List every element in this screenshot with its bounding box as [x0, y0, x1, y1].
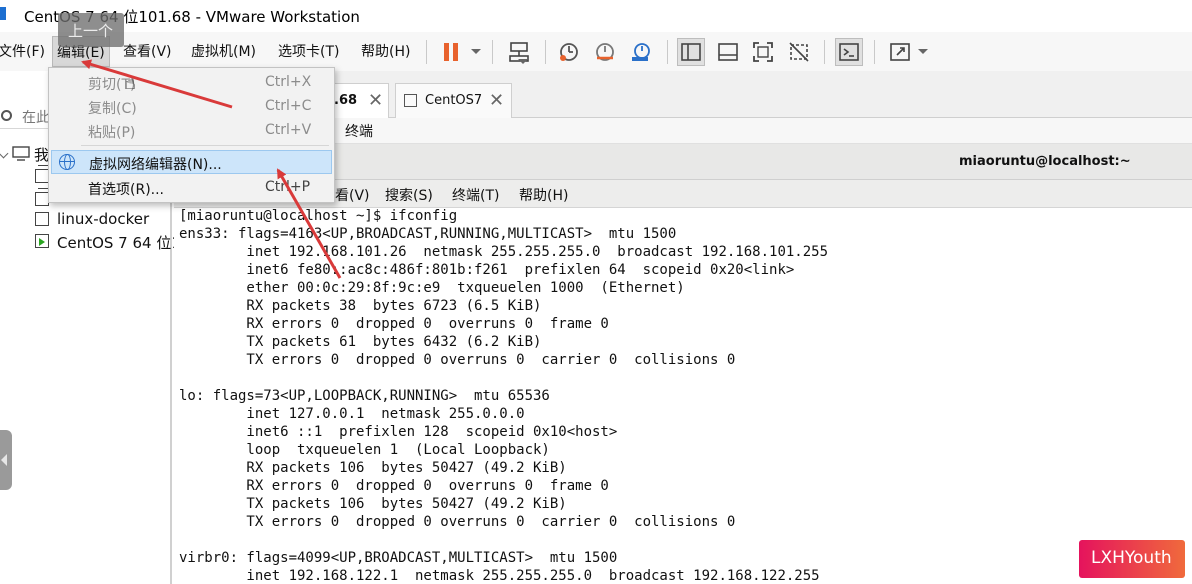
watermark: LXHYouth [1079, 540, 1185, 578]
unity-icon[interactable] [785, 38, 813, 66]
search-icon [1, 110, 12, 121]
menu-item-paste[interactable]: 粘贴(P) Ctrl+V [51, 119, 332, 143]
terminal-menu-search[interactable]: 搜索(S) [385, 185, 433, 205]
terminal-line: virbr0: flags=4099<UP,BROADCAST,MULTICAS… [179, 550, 618, 566]
terminal-line: inet 192.168.101.26 netmask 255.255.255.… [179, 244, 829, 260]
menu-separator [81, 145, 329, 146]
terminal-icon[interactable] [835, 38, 863, 66]
library-view-icon[interactable] [677, 38, 705, 66]
toolbar-separator [824, 40, 825, 64]
tooltip: 上一个 [58, 13, 124, 47]
snapshot-icon[interactable] [555, 38, 583, 66]
vmware-icon [0, 7, 6, 20]
terminal-line: inet6 ::1 prefixlen 128 scopeid 0x10<hos… [179, 424, 618, 440]
terminal-line: loop txqueuelen 1 (Local Loopback) [179, 442, 550, 458]
close-icon[interactable]: ✕ [489, 90, 504, 111]
stretch-icon[interactable] [886, 38, 914, 66]
terminal-line: RX errors 0 dropped 0 overruns 0 frame 0 [179, 316, 609, 332]
vm-label: linux-docker [57, 210, 150, 228]
edit-menu-dropdown: 剪切(T) Ctrl+X 复制(C) Ctrl+C 粘贴(P) Ctrl+V 虚… [48, 67, 335, 203]
terminal-menu-terminal[interactable]: 终端(T) [452, 185, 499, 205]
menu-item-virtual-network-editor[interactable]: 虚拟网络编辑器(N)... [51, 150, 332, 174]
tab-centos7[interactable]: CentOS7 ✕ [395, 83, 512, 118]
terminal-line: [miaoruntu@localhost ~]$ ifconfig [179, 208, 458, 224]
toolbar-separator [545, 40, 546, 64]
pause-icon[interactable] [437, 38, 465, 66]
library-root-label: 我 [34, 146, 50, 164]
terminal-menu-help[interactable]: 帮助(H) [519, 185, 568, 205]
terminal-line: ens33: flags=4163<UP,BROADCAST,RUNNING,M… [179, 226, 677, 242]
terminal-output[interactable]: [miaoruntu@localhost ~]$ ifconfig ens33: … [174, 208, 1192, 584]
terminal-menu-view[interactable]: 看(V) [335, 185, 370, 205]
terminal-line: TX errors 0 dropped 0 overruns 0 carrier… [179, 514, 736, 530]
terminal-line: lo: flags=73<UP,LOOPBACK,RUNNING> mtu 65… [179, 388, 550, 404]
terminal-line: inet 192.168.122.1 netmask 255.255.255.0… [179, 568, 820, 584]
computer-icon [12, 146, 30, 161]
terminal-line: TX errors 0 dropped 0 overruns 0 carrier… [179, 352, 736, 368]
menu-vm[interactable]: 虚拟机(M) [191, 41, 256, 61]
vm-icon [35, 234, 49, 248]
fullscreen-icon[interactable] [749, 38, 777, 66]
revert-snapshot-icon[interactable] [591, 38, 619, 66]
vm-icon [404, 94, 417, 107]
menu-item-cut[interactable]: 剪切(T) Ctrl+X [51, 71, 332, 95]
send-keys-dropdown-icon[interactable] [518, 59, 528, 64]
vm-label: CentOS 7 64 位1 [57, 234, 181, 252]
vm-icon [35, 165, 49, 183]
menu-item-preferences[interactable]: 首选项(R)... Ctrl+P [51, 176, 332, 200]
snapshot-manager-icon[interactable] [627, 38, 655, 66]
terminal-line: inet 127.0.0.1 netmask 255.0.0.0 [179, 406, 525, 422]
globe-icon [59, 154, 75, 170]
search-input[interactable]: 在此 [22, 107, 50, 127]
title-bar: CentOS 7 64 位101.68 - VMware Workstation [0, 0, 1192, 32]
tab-centos7-101-68[interactable]: .68 ✕ [329, 83, 389, 118]
menu-item-copy[interactable]: 复制(C) Ctrl+C [51, 95, 332, 119]
pause-dropdown-icon[interactable] [471, 49, 481, 54]
terminal-title: miaoruntu@localhost:~ [959, 154, 1131, 169]
vm-icon [35, 212, 49, 226]
toolbar-separator [426, 40, 427, 64]
menu-file[interactable]: 文件(F) [0, 41, 45, 61]
hand-cursor-icon: ☝ [125, 73, 136, 94]
vm-icon [35, 188, 49, 206]
terminal-line: RX errors 0 dropped 0 overruns 0 frame 0 [179, 478, 609, 494]
terminal-line: RX packets 38 bytes 6723 (6.5 KiB) [179, 298, 542, 314]
menu-help[interactable]: 帮助(H) [361, 41, 410, 61]
guest-menu-terminal[interactable]: 终端 [345, 121, 373, 141]
menu-tabs[interactable]: 选项卡(T) [278, 41, 339, 61]
terminal-line: ether 00:0c:29:8f:9c:e9 txqueuelen 1000 … [179, 280, 685, 296]
terminal-line: RX packets 106 bytes 50427 (49.2 KiB) [179, 460, 567, 476]
stretch-dropdown-icon[interactable] [918, 49, 928, 54]
console-view-icon[interactable] [714, 38, 742, 66]
running-icon [39, 238, 45, 246]
close-icon[interactable]: ✕ [368, 90, 383, 111]
terminal-line: TX packets 106 bytes 50427 (49.2 KiB) [179, 496, 567, 512]
menu-view[interactable]: 查看(V) [123, 41, 172, 61]
terminal-line: inet6 fe80::ac8c:486f:801b:f261 prefixle… [179, 262, 795, 278]
toolbar-separator [874, 40, 875, 64]
toolbar-separator [667, 40, 668, 64]
terminal-line: TX packets 61 bytes 6432 (6.2 KiB) [179, 334, 542, 350]
toolbar-separator [492, 40, 493, 64]
menu-bar: 文件(F) 编辑(E) 查看(V) 虚拟机(M) 选项卡(T) 帮助(H) [0, 32, 1192, 71]
collapse-handle[interactable] [0, 430, 12, 490]
